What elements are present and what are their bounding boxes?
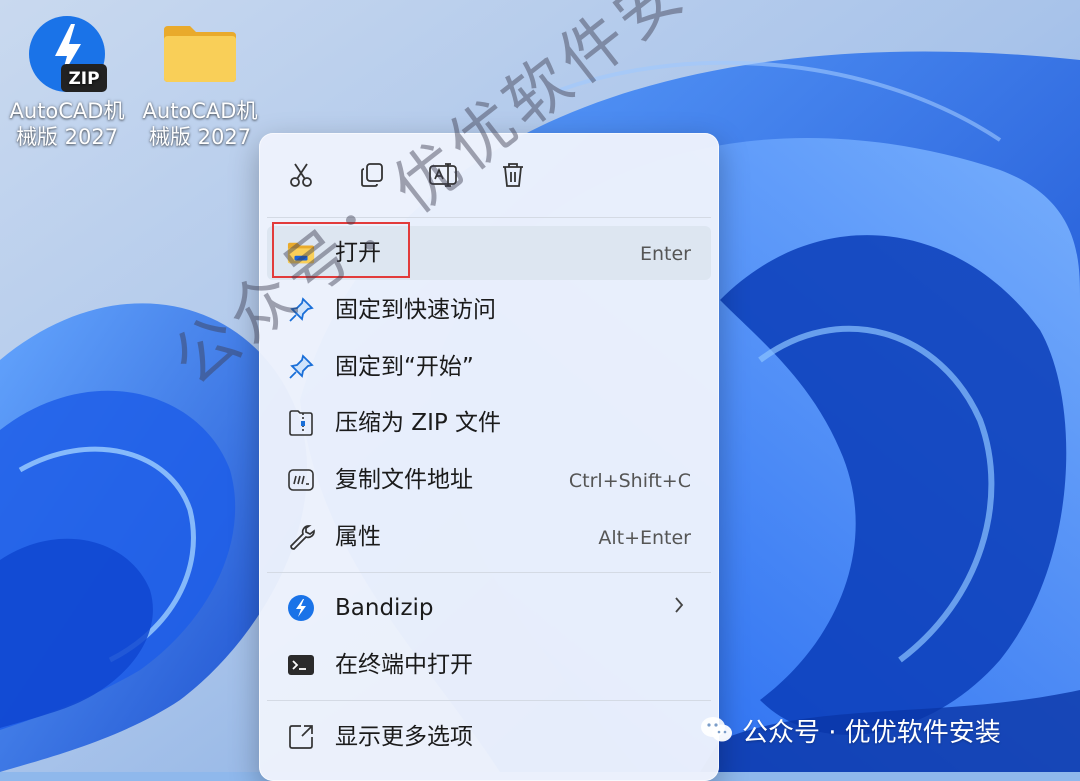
desktop-icon-label: AutoCAD机 械版 2027	[142, 99, 258, 149]
delete-button[interactable]	[491, 155, 535, 199]
cut-icon	[287, 161, 315, 193]
wechat-watermark: 公众号 · 优优软件安装	[700, 708, 1001, 752]
bandizip-icon	[287, 594, 315, 622]
wrench-icon	[287, 523, 315, 551]
menu-divider	[267, 572, 711, 573]
menu-item-shortcut: Alt+Enter	[598, 527, 691, 549]
cut-button[interactable]	[279, 155, 323, 199]
rename-button[interactable]	[421, 155, 465, 199]
terminal-icon	[287, 651, 315, 679]
menu-item-label: 在终端中打开	[335, 652, 473, 678]
highlight-box	[272, 222, 410, 278]
zip-file-icon	[287, 409, 315, 437]
desktop-icon-label: AutoCAD机 械版 2027	[9, 99, 125, 149]
menu-item-pin-start[interactable]: 固定到“开始”	[267, 340, 711, 394]
chevron-right-icon	[673, 595, 685, 621]
menu-divider	[267, 217, 711, 218]
menu-item-shortcut: Enter	[640, 243, 691, 265]
menu-item-label: 固定到“开始”	[335, 354, 474, 380]
menu-item-copy-path[interactable]: 复制文件地址 Ctrl+Shift+C	[267, 453, 711, 507]
menu-item-label: 显示更多选项	[335, 724, 473, 750]
bandizip-zip-icon: ZIP	[27, 14, 107, 94]
menu-item-bandizip[interactable]: Bandizip	[267, 581, 711, 635]
menu-item-label: Bandizip	[335, 595, 434, 621]
rename-icon	[428, 161, 458, 193]
copy-icon	[358, 161, 386, 193]
wechat-icon	[700, 715, 734, 745]
menu-item-properties[interactable]: 属性 Alt+Enter	[267, 510, 711, 564]
menu-item-pin-quick-access[interactable]: 固定到快速访问	[267, 283, 711, 337]
wechat-watermark-text: 公众号 · 优优软件安装	[742, 717, 1001, 748]
menu-item-open-terminal[interactable]: 在终端中打开	[267, 638, 711, 692]
context-menu-toolbar	[259, 133, 719, 217]
delete-icon	[499, 161, 527, 193]
more-options-icon	[287, 723, 315, 751]
folder-icon	[160, 14, 240, 94]
menu-divider	[267, 700, 711, 701]
menu-item-show-more-options[interactable]: 显示更多选项	[267, 710, 711, 764]
copy-path-icon	[287, 466, 315, 494]
menu-item-label: 固定到快速访问	[335, 297, 496, 323]
zip-badge-text: ZIP	[68, 69, 99, 89]
pin-icon	[287, 353, 315, 381]
pin-icon	[287, 296, 315, 324]
menu-item-label: 属性	[335, 524, 381, 550]
menu-item-compress-zip[interactable]: 压缩为 ZIP 文件	[267, 396, 711, 450]
menu-item-label: 压缩为 ZIP 文件	[335, 410, 502, 436]
menu-item-label: 复制文件地址	[335, 467, 473, 493]
desktop-icon-folder[interactable]: AutoCAD机 械版 2027	[140, 6, 260, 150]
desktop-icon-zip[interactable]: ZIP AutoCAD机 械版 2027	[7, 6, 127, 150]
copy-button[interactable]	[350, 155, 394, 199]
menu-item-shortcut: Ctrl+Shift+C	[568, 470, 691, 492]
